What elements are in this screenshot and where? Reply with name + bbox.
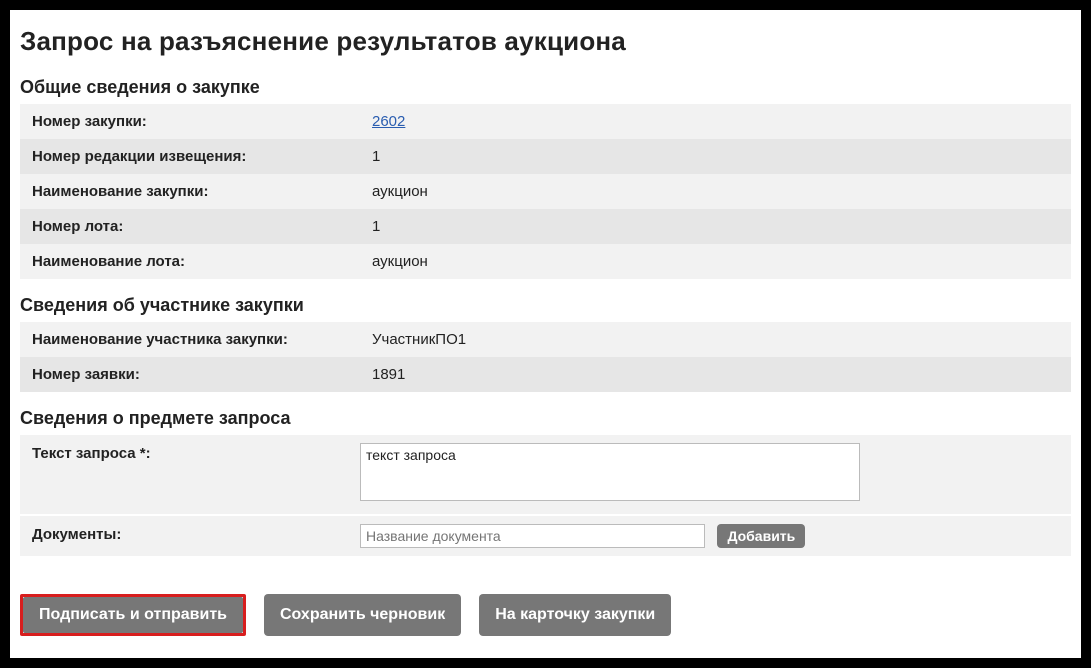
save-draft-button[interactable]: Сохранить черновик: [264, 594, 461, 636]
lot-name-label: Наименование лота:: [20, 244, 360, 279]
lot-name-value: аукцион: [360, 244, 1071, 279]
documents-row: Документы: Добавить: [20, 516, 1071, 556]
documents-label: Документы:: [32, 524, 360, 543]
purchase-name-value: аукцион: [360, 174, 1071, 209]
purchase-number-label: Номер закупки:: [20, 104, 360, 139]
request-text-input[interactable]: [360, 443, 860, 501]
table-row: Наименование лота: аукцион: [20, 244, 1071, 279]
table-row: Наименование участника закупки: Участник…: [20, 322, 1071, 357]
section-title-general: Общие сведения о закупке: [20, 77, 1071, 98]
participant-name-value: УчастникПО1: [360, 322, 1071, 357]
application-number-value: 1891: [360, 357, 1071, 392]
document-name-input[interactable]: [360, 524, 705, 548]
to-purchase-card-button[interactable]: На карточку закупки: [479, 594, 671, 636]
participant-info-table: Наименование участника закупки: Участник…: [20, 322, 1071, 392]
notice-revision-label: Номер редакции извещения:: [20, 139, 360, 174]
table-row: Наименование закупки: аукцион: [20, 174, 1071, 209]
purchase-number-value: 2602: [360, 104, 1071, 139]
add-document-button[interactable]: Добавить: [717, 524, 805, 548]
section-title-request: Сведения о предмете запроса: [20, 408, 1071, 429]
table-row: Номер заявки: 1891: [20, 357, 1071, 392]
request-text-label: Текст запроса *:: [32, 443, 360, 462]
page-container: Запрос на разъяснение результатов аукцио…: [10, 10, 1081, 658]
sign-and-send-button[interactable]: Подписать и отправить: [23, 597, 243, 633]
section-title-participant: Сведения об участнике закупки: [20, 295, 1071, 316]
application-number-label: Номер заявки:: [20, 357, 360, 392]
table-row: Номер лота: 1: [20, 209, 1071, 244]
page-title: Запрос на разъяснение результатов аукцио…: [20, 26, 1071, 57]
lot-number-value: 1: [360, 209, 1071, 244]
participant-name-label: Наименование участника закупки:: [20, 322, 360, 357]
table-row: Номер закупки: 2602: [20, 104, 1071, 139]
purchase-number-link[interactable]: 2602: [372, 113, 405, 130]
purchase-name-label: Наименование закупки:: [20, 174, 360, 209]
lot-number-label: Номер лота:: [20, 209, 360, 244]
table-row: Номер редакции извещения: 1: [20, 139, 1071, 174]
primary-highlight: Подписать и отправить: [20, 594, 246, 636]
notice-revision-value: 1: [360, 139, 1071, 174]
request-text-row: Текст запроса *:: [20, 435, 1071, 514]
general-info-table: Номер закупки: 2602 Номер редакции извещ…: [20, 104, 1071, 279]
action-bar: Подписать и отправить Сохранить черновик…: [20, 594, 1071, 636]
